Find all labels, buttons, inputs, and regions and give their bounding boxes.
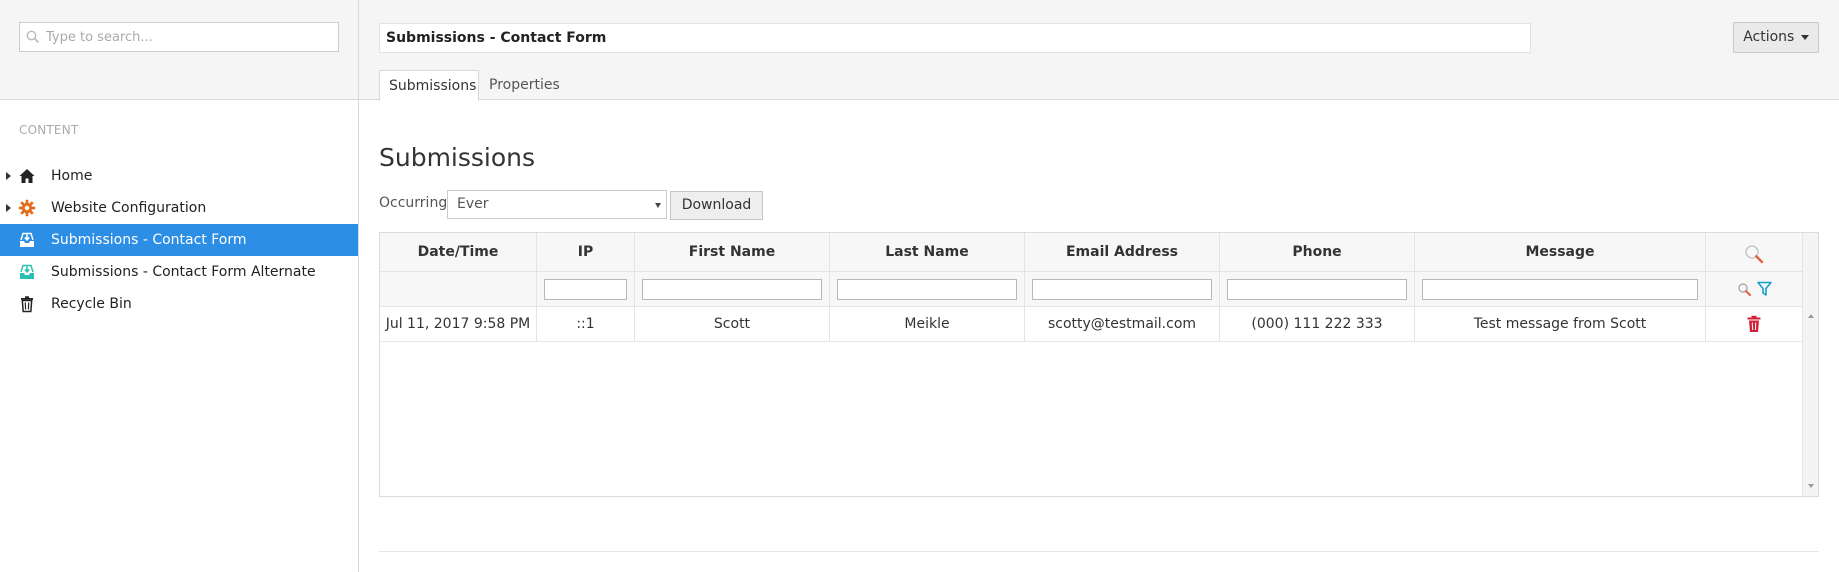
column-header-ip[interactable]: IP bbox=[537, 233, 635, 271]
table-row[interactable]: Jul 11, 2017 9:58 PM ::1 Scott Meikle sc… bbox=[380, 307, 1802, 342]
cell-phone: (000) 111 222 333 bbox=[1220, 307, 1415, 341]
tree-search-box[interactable] bbox=[19, 22, 339, 52]
column-header-actions bbox=[1706, 233, 1802, 271]
filter-input-phone[interactable] bbox=[1227, 279, 1407, 300]
column-header-date-time[interactable]: Date/Time bbox=[380, 233, 537, 271]
sidebar-item-label: Submissions - Contact Form Alternate bbox=[51, 264, 316, 280]
dropdown-arrow-icon bbox=[655, 203, 661, 208]
occurring-select[interactable]: Ever bbox=[447, 190, 667, 219]
inbox-download-icon bbox=[20, 232, 34, 247]
scroll-down-arrow-icon[interactable] bbox=[1808, 484, 1814, 488]
filter-input-email-address[interactable] bbox=[1032, 279, 1212, 300]
expand-arrow-icon[interactable] bbox=[6, 172, 11, 180]
filter-input-message[interactable] bbox=[1422, 279, 1698, 300]
filter-input-first-name[interactable] bbox=[642, 279, 822, 300]
actions-button[interactable]: Actions bbox=[1733, 22, 1819, 53]
page-title: Submissions bbox=[379, 143, 536, 172]
column-header-phone[interactable]: Phone bbox=[1220, 233, 1415, 271]
filter-cell-message bbox=[1415, 272, 1706, 306]
filter-cell-ip bbox=[537, 272, 635, 306]
sidebar-item-recycle-bin[interactable]: Recycle Bin bbox=[0, 288, 358, 320]
grid-scrollbar[interactable] bbox=[1802, 233, 1818, 496]
occurring-label: Occurring bbox=[379, 195, 448, 211]
column-header-email-address[interactable]: Email Address bbox=[1025, 233, 1220, 271]
filter-cell-phone bbox=[1220, 272, 1415, 306]
tab-submissions[interactable]: Submissions bbox=[379, 70, 479, 101]
cell-email-address: scotty@testmail.com bbox=[1025, 307, 1220, 341]
column-header-first-name[interactable]: First Name bbox=[635, 233, 830, 271]
cell-first-name: Scott bbox=[635, 307, 830, 341]
search-icon[interactable] bbox=[1743, 243, 1765, 265]
download-button[interactable]: Download bbox=[670, 191, 763, 220]
actions-button-label: Actions bbox=[1743, 29, 1795, 45]
cell-message: Test message from Scott bbox=[1415, 307, 1706, 341]
expand-arrow-icon[interactable] bbox=[6, 204, 11, 212]
occurring-selected-value: Ever bbox=[457, 196, 489, 212]
filter-cell-email-address bbox=[1025, 272, 1220, 306]
inbox-download-icon bbox=[20, 264, 34, 279]
cell-ip: ::1 bbox=[537, 307, 635, 341]
sidebar-item-submissions-contact-form[interactable]: Submissions - Contact Form bbox=[0, 224, 358, 256]
apply-filter-search-icon[interactable] bbox=[1737, 282, 1752, 297]
sidebar-item-label: Website Configuration bbox=[51, 200, 207, 216]
submissions-grid: Date/Time IP First Name Last Name Email … bbox=[379, 232, 1819, 497]
tab-properties[interactable]: Properties bbox=[480, 70, 569, 101]
section-label: CONTENT bbox=[19, 123, 79, 137]
filter-icon[interactable] bbox=[1757, 281, 1772, 297]
document-title-input[interactable] bbox=[379, 23, 1531, 53]
sidebar-item-label: Home bbox=[51, 168, 93, 184]
scroll-up-arrow-icon[interactable] bbox=[1808, 314, 1814, 318]
cell-date-time: Jul 11, 2017 9:58 PM bbox=[380, 307, 537, 341]
sidebar-item-website-configuration[interactable]: Website Configuration bbox=[0, 192, 358, 224]
filter-input-last-name[interactable] bbox=[837, 279, 1017, 300]
filter-cell-last-name bbox=[830, 272, 1025, 306]
cell-row-actions bbox=[1706, 307, 1802, 341]
content-tree-sidebar: CONTENT Home Website Configuration Submi… bbox=[0, 100, 359, 572]
trash-icon bbox=[21, 296, 33, 313]
divider bbox=[379, 551, 1819, 552]
home-icon bbox=[19, 169, 35, 183]
caret-down-icon bbox=[1800, 34, 1809, 40]
sidebar-item-submissions-contact-form-alternate[interactable]: Submissions - Contact Form Alternate bbox=[0, 256, 358, 288]
sidebar-item-home[interactable]: Home bbox=[0, 160, 358, 192]
sidebar-item-label: Recycle Bin bbox=[51, 296, 132, 312]
gear-icon bbox=[18, 199, 36, 217]
filter-cell-first-name bbox=[635, 272, 830, 306]
column-header-last-name[interactable]: Last Name bbox=[830, 233, 1025, 271]
filter-input-ip[interactable] bbox=[544, 279, 627, 300]
search-icon bbox=[26, 30, 40, 44]
filter-cell-actions bbox=[1706, 272, 1802, 306]
cell-last-name: Meikle bbox=[830, 307, 1025, 341]
grid-filter-row bbox=[380, 272, 1802, 307]
column-header-message[interactable]: Message bbox=[1415, 233, 1706, 271]
sidebar-item-label: Submissions - Contact Form bbox=[51, 232, 247, 248]
search-input[interactable] bbox=[46, 25, 332, 49]
grid-header-row: Date/Time IP First Name Last Name Email … bbox=[380, 233, 1802, 272]
delete-icon[interactable] bbox=[1746, 315, 1762, 333]
filter-cell-date-time bbox=[380, 272, 537, 306]
sidebar-header bbox=[0, 0, 359, 100]
